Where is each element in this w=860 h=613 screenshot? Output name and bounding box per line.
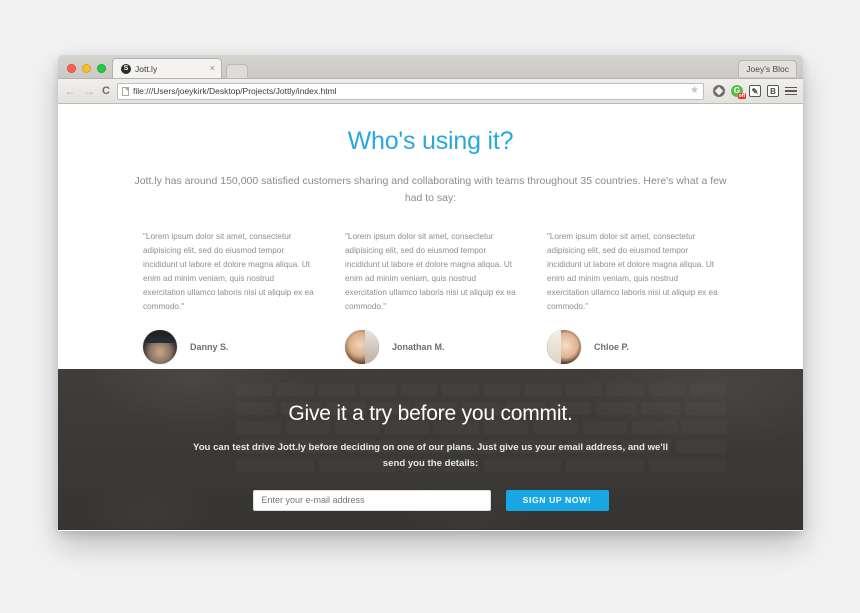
new-tab-button[interactable] (226, 64, 248, 78)
edit-extension-icon[interactable]: ✎ (749, 85, 761, 97)
signup-form: SIGN UP NOW! (58, 489, 803, 511)
page-document-icon (121, 86, 129, 96)
bookmark-star-icon[interactable]: ★ (690, 86, 699, 96)
cta-content: Give it a try before you commit. You can… (58, 369, 803, 511)
avatar (143, 330, 177, 365)
testimonial-card: "Lorem ipsum dolor sit amet, consectetur… (547, 230, 718, 365)
testimonial-quote: "Lorem ipsum dolor sit amet, consectetur… (143, 231, 314, 312)
email-input[interactable] (252, 489, 491, 511)
reload-icon[interactable]: C (102, 85, 110, 97)
address-bar[interactable]: file:///Users/joeykirk/Desktop/Projects/… (116, 82, 704, 100)
avatar (345, 330, 379, 365)
back-icon[interactable]: ← (64, 85, 76, 97)
forward-icon[interactable]: → (83, 85, 95, 97)
chrome-menu-icon[interactable] (785, 85, 797, 97)
window-close-button[interactable] (67, 64, 76, 73)
testimonial-quote: "Lorem ipsum dolor sit amet, consectetur… (345, 231, 516, 312)
menu-line (785, 93, 797, 96)
menu-line (785, 90, 797, 92)
cta-section: Give it a try before you commit. You can… (58, 369, 803, 530)
testimonial-author: Jonathan M. (345, 330, 516, 365)
ghostery-extension-icon[interactable]: G off (731, 85, 746, 99)
browser-tab-title: Jott.ly (135, 63, 158, 74)
browser-toolbar: ← → C file:///Users/joeykirk/Desktop/Pro… (58, 79, 803, 104)
cta-headline: Give it a try before you commit. (288, 402, 573, 425)
ghostery-extension-badge: off (737, 93, 746, 99)
adblock-extension-icon[interactable] (713, 85, 725, 97)
avatar (547, 330, 581, 365)
testimonial-quote: "Lorem ipsum dolor sit amet, consectetur… (547, 231, 718, 312)
window-traffic-lights (58, 64, 114, 78)
testimonials-subhead: Jott.ly has around 150,000 satisfied cus… (134, 175, 727, 205)
testimonial-author-name: Jonathan M. (392, 342, 445, 353)
testimonial-author: Danny S. (143, 330, 314, 365)
testimonial-author: Chloe P. (547, 330, 718, 365)
window-minimize-button[interactable] (82, 64, 91, 73)
testimonials-list: "Lorem ipsum dolor sit amet, consectetur… (143, 230, 718, 365)
tab-close-icon[interactable]: × (206, 64, 215, 73)
screenshot-stage: S Jott.ly × Joey's Bloc ← → C file:///Us… (0, 0, 860, 613)
testimonial-card: "Lorem ipsum dolor sit amet, consectetur… (345, 230, 516, 365)
address-bar-url: file:///Users/joeykirk/Desktop/Projects/… (132, 86, 337, 96)
page-title: Who's using it? (347, 127, 514, 155)
browser-tab-strip: S Jott.ly × Joey's Bloc (58, 55, 803, 79)
bitly-extension-icon[interactable]: B (767, 85, 779, 97)
browser-tab-jottly[interactable]: S Jott.ly × (112, 58, 222, 78)
testimonial-author-name: Danny S. (190, 342, 229, 353)
menu-line (785, 86, 797, 89)
window-zoom-button[interactable] (97, 64, 106, 73)
jottly-favicon: S (121, 63, 131, 74)
extension-icons: G off ✎ B (711, 85, 797, 99)
testimonials-section: Who's using it? Jott.ly has around 150,0… (58, 104, 803, 369)
signup-button[interactable]: SIGN UP NOW! (505, 489, 609, 511)
cta-subhead: You can test drive Jott.ly before decidi… (193, 442, 668, 469)
browser-window: S Jott.ly × Joey's Bloc ← → C file:///Us… (58, 55, 803, 531)
web-page-viewport: Who's using it? Jott.ly has around 150,0… (58, 104, 803, 530)
testimonial-card: "Lorem ipsum dolor sit amet, consectetur… (143, 230, 314, 365)
browser-profile-button[interactable]: Joey's Bloc (738, 60, 797, 77)
testimonial-author-name: Chloe P. (594, 342, 629, 353)
